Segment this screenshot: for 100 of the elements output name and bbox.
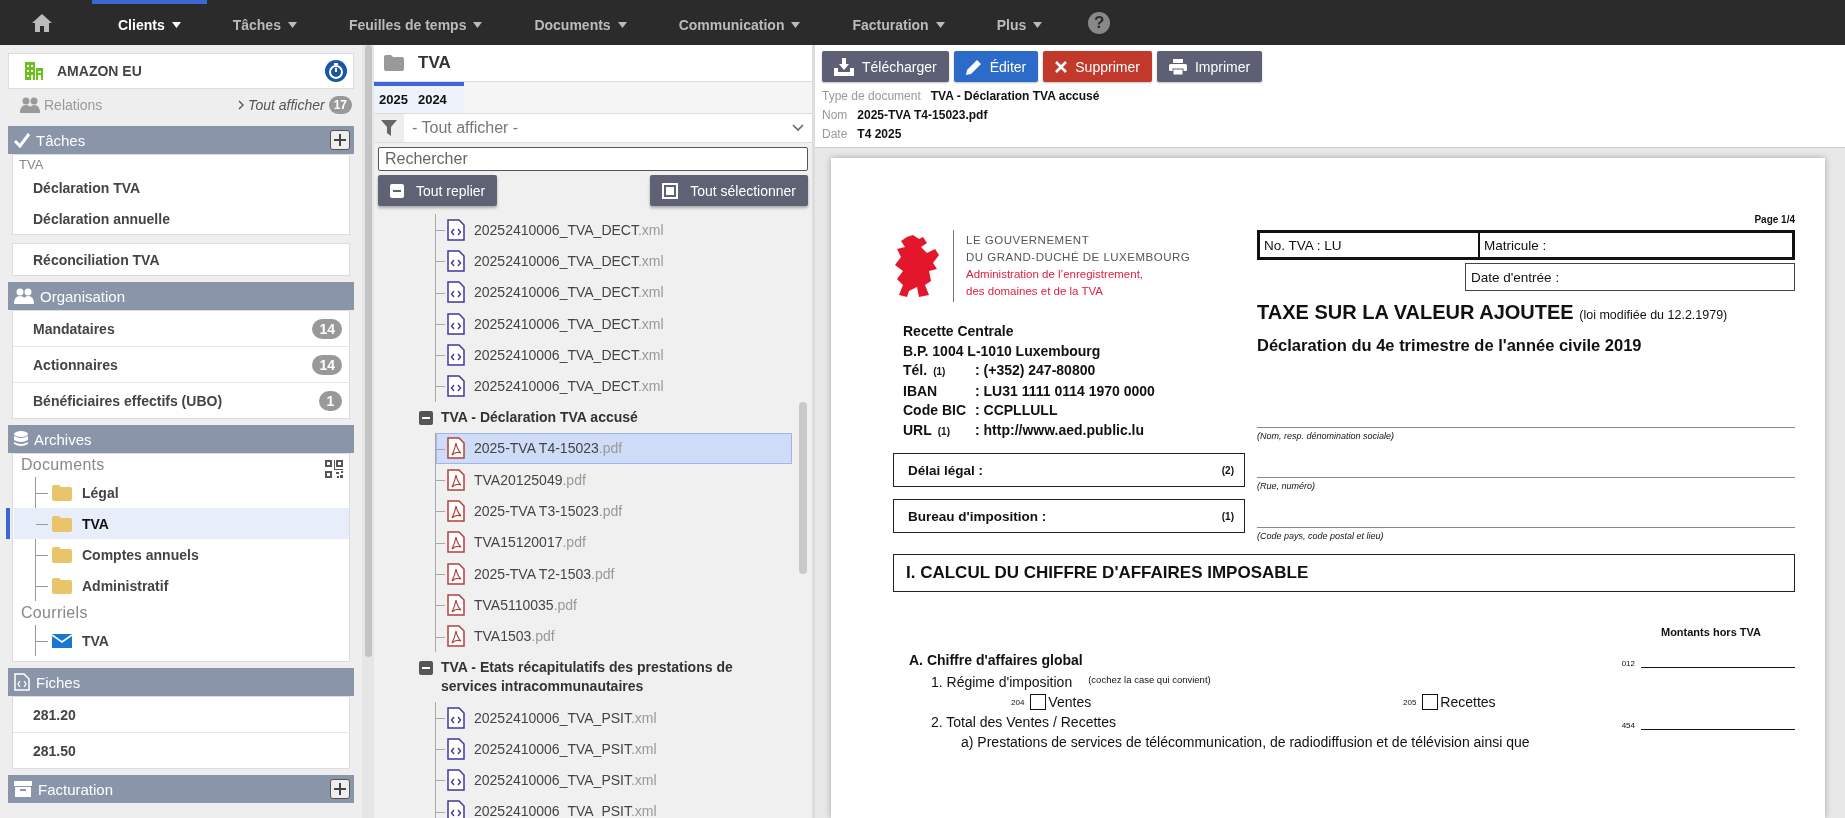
select-all-button[interactable]: Tout sélectionner <box>650 175 808 206</box>
code-file-icon <box>14 673 30 691</box>
caret-icon <box>171 21 181 28</box>
file-item[interactable]: 20252410006_TVA_DECT.xml <box>436 339 792 371</box>
pdf-file-icon <box>447 500 465 522</box>
nav-menu-item[interactable]: Communication <box>652 0 827 45</box>
caret-icon <box>617 21 627 28</box>
form-question: 2. Total des Ventes / Recettes <box>931 714 1117 730</box>
delete-button[interactable]: Supprimer <box>1043 51 1152 82</box>
pdf-file-icon <box>447 593 465 616</box>
address-value: : http://www.aed.public.lu <box>975 420 1146 440</box>
file-item[interactable]: 20252410006_TVA_PSIT.xml <box>436 733 792 765</box>
file-item[interactable]: TVA20125049.pdf <box>436 464 792 496</box>
meta-label: Nom <box>822 107 848 124</box>
form-box: Délai légal : (2) <box>893 453 1245 487</box>
task-item[interactable]: Déclaration TVA <box>13 172 349 203</box>
administration-name: des domaines et de la TVA <box>966 284 1105 299</box>
close-icon <box>1055 60 1068 73</box>
folder-item[interactable]: Légal <box>36 477 349 508</box>
form-subtitle: Déclaration du 4e trimestre de l'année civile 2019 <box>1257 336 1643 355</box>
archive-box-icon <box>14 781 32 797</box>
document-group[interactable]: TVA - Etats récapitulatifs des prestations de services intracommunautaires <box>394 651 812 702</box>
collapse-icon <box>419 410 433 425</box>
address-value: : (+352) 247-80800 <box>975 361 1097 380</box>
nav-menu-item[interactable]: Tâches <box>206 0 323 45</box>
year-tab[interactable]: 2024 <box>412 86 452 113</box>
edit-button[interactable]: Éditer <box>953 51 1039 82</box>
add-button[interactable] <box>330 779 350 799</box>
folder-icon <box>384 55 404 71</box>
file-item[interactable]: 2025-TVA T2-1503.pdf <box>436 557 792 590</box>
file-item[interactable]: 2025-TVA T4-15023.pdf <box>436 432 792 465</box>
help-button[interactable]: ? <box>1088 11 1111 34</box>
form-item[interactable]: 281.20 <box>13 697 349 732</box>
caret-icon <box>473 21 483 28</box>
section-title: Facturation <box>38 780 115 798</box>
file-item[interactable]: 20252410006_TVA_DECT.xml <box>436 370 792 402</box>
form-question: A. Chiffre d'affaires global <box>909 652 1084 668</box>
people-icon <box>14 288 34 304</box>
form-title: TAXE SUR LA VALEUR AJOUTEE (loi modifiée du 12.2.1979) <box>1257 301 1729 324</box>
tree-root-label: Courriels <box>20 603 89 623</box>
address-label: URL (1) <box>903 420 951 440</box>
file-item[interactable]: 20252410006_TVA_DECT.xml <box>436 307 792 340</box>
download-button[interactable]: Télécharger <box>822 51 949 82</box>
file-item[interactable]: TVA15120017.pdf <box>436 526 792 558</box>
file-item[interactable]: 20252410006_TVA_DECT.xml <box>436 276 792 308</box>
count-badge: 1 <box>319 390 342 411</box>
caret-icon <box>791 21 801 28</box>
folder-item[interactable]: Administratif <box>36 570 349 601</box>
print-button[interactable]: Imprimer <box>1156 51 1263 82</box>
field-code: 205 <box>1403 697 1417 707</box>
mail-folder-item[interactable]: TVA <box>36 625 349 656</box>
qr-code-icon <box>325 460 343 478</box>
year-tab[interactable]: 2025 <box>374 86 413 113</box>
field-code: 454 <box>1621 721 1635 730</box>
building-icon <box>25 62 43 80</box>
section-title: Archives <box>34 430 93 448</box>
nav-menu-item[interactable]: Plus <box>970 0 1069 45</box>
file-item[interactable]: 20252410006_TVA_DECT.xml <box>436 245 792 277</box>
address-value: : CCPLLULL <box>975 401 1059 420</box>
scrollbar-thumb[interactable] <box>365 45 372 657</box>
add-button[interactable] <box>330 130 350 150</box>
task-item[interactable]: Réconciliation TVA <box>13 244 349 275</box>
file-item[interactable]: 20252410006_TVA_PSIT.xml <box>436 764 792 796</box>
caret-icon <box>935 21 945 28</box>
scrollbar-thumb[interactable] <box>799 402 807 574</box>
collapse-icon <box>419 660 433 675</box>
file-item[interactable]: TVA5110035.pdf <box>436 589 792 621</box>
organisation-item[interactable]: Mandataires 14 <box>13 311 349 346</box>
file-item[interactable]: 20252410006_TVA_DECT.xml <box>436 214 792 246</box>
code-file-icon <box>447 706 465 729</box>
collapse-all-button[interactable]: Tout replier <box>378 175 498 206</box>
file-item[interactable]: 20252410006_TVA_PSIT.xml <box>436 701 792 734</box>
form-item[interactable]: 281.50 <box>13 732 349 768</box>
organisation-item[interactable]: Actionnaires 14 <box>13 346 349 382</box>
filter-dropdown[interactable]: - Tout afficher - <box>374 114 812 143</box>
meta-value: 2025-TVA T4-15023.pdf <box>857 107 988 124</box>
file-item[interactable]: 20252410006_TVA_PSIT.xml <box>436 795 792 818</box>
collapse-icon <box>390 183 404 198</box>
count-badge: 17 <box>328 95 352 114</box>
fill-in-line: (Nom, resp. dénomination sociale) <box>1257 427 1795 477</box>
file-item[interactable]: 2025-TVA T3-15023.pdf <box>436 495 792 527</box>
organisation-item[interactable]: Bénéficiaires effectifs (UBO) 1 <box>13 382 349 418</box>
folder-item[interactable]: Comptes annuels <box>36 539 349 570</box>
nav-menu-item[interactable]: Documents <box>508 0 653 45</box>
field-code: 204 <box>1011 697 1025 707</box>
pencil-icon <box>965 58 982 75</box>
task-group-label: TVA <box>18 156 45 172</box>
file-item[interactable]: TVA1503.pdf <box>436 620 792 652</box>
task-item[interactable]: Déclaration annuelle <box>13 203 349 234</box>
search-field[interactable]: Rechercher <box>378 147 808 171</box>
entry-date-box: Date d'entrée : <box>1465 263 1795 291</box>
home-button[interactable] <box>32 13 52 32</box>
field-code: 012 <box>1621 659 1635 668</box>
download-icon <box>834 57 854 76</box>
checkbox-icon <box>662 182 679 199</box>
plus-icon <box>334 134 346 146</box>
address-value: : LU31 1111 0114 1970 0000 <box>975 381 1156 401</box>
document-group[interactable]: TVA - Déclaration TVA accusé <box>394 401 812 433</box>
nav-menu-item[interactable]: Facturation <box>826 0 971 45</box>
nav-menu-item[interactable]: Feuilles de temps <box>322 0 509 45</box>
